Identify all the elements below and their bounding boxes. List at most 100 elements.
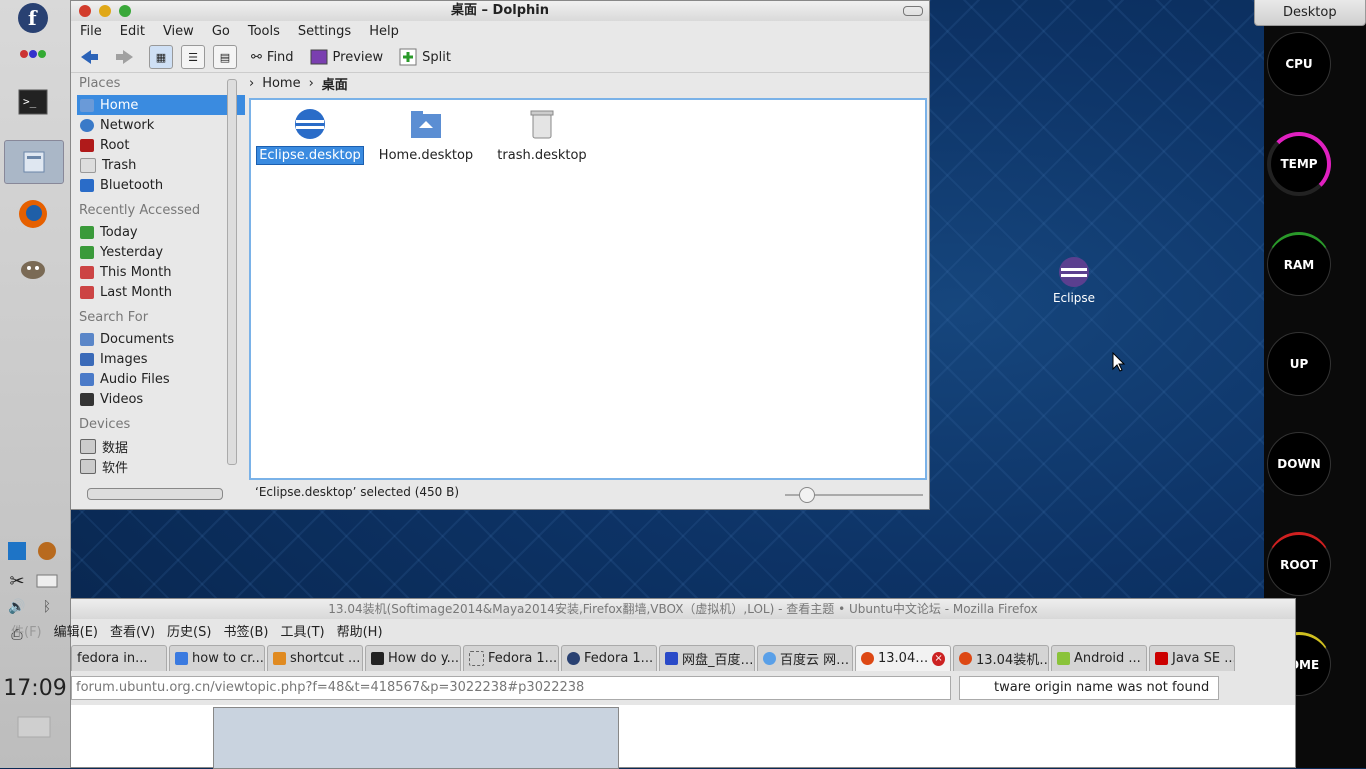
breadcrumb-desktop[interactable]: 桌面 — [322, 74, 348, 93]
dolphin-menubar: File Edit View Go Tools Settings Help — [71, 21, 929, 42]
back-button[interactable] — [71, 44, 107, 70]
menu-file[interactable]: File — [71, 24, 111, 39]
search-documents[interactable]: Documents — [77, 329, 245, 349]
breadcrumb-home[interactable]: Home — [262, 76, 300, 91]
ff-menu-tools[interactable]: 工具(T) — [275, 621, 331, 640]
ff-menu-edit[interactable]: 编辑(E) — [48, 621, 104, 640]
ff-tab[interactable]: Android ... — [1051, 645, 1147, 671]
zoom-slider-handle[interactable] — [799, 487, 815, 503]
ff-menu-history[interactable]: 历史(S) — [161, 621, 217, 640]
dolphin-titlebar[interactable]: 桌面 – Dolphin — [71, 1, 929, 21]
menu-edit[interactable]: Edit — [111, 24, 154, 39]
file-eclipse-desktop[interactable]: Eclipse.desktop — [255, 108, 365, 165]
ff-menu-file[interactable]: 件(F) — [5, 621, 48, 640]
details-view-button[interactable]: ▤ — [213, 45, 237, 69]
search-videos[interactable]: Videos — [77, 389, 245, 409]
place-bluetooth[interactable]: Bluetooth — [77, 175, 245, 195]
back-arrow-icon — [81, 50, 98, 64]
ff-menu-bookmarks[interactable]: 书签(B) — [217, 621, 274, 640]
calendar-icon — [80, 245, 94, 259]
ff-tab[interactable]: how to cr... — [169, 645, 265, 671]
device-software[interactable]: 软件 — [77, 456, 245, 476]
dolphin-window: 桌面 – Dolphin File Edit View Go Tools Set… — [70, 0, 930, 510]
ff-tab[interactable]: 13.04装机… — [953, 645, 1049, 671]
close-tab-icon[interactable]: × — [932, 651, 945, 666]
trash-icon — [80, 157, 96, 173]
place-trash[interactable]: Trash — [77, 155, 245, 175]
compact-view-button[interactable]: ☰ — [181, 45, 205, 69]
file-home-desktop[interactable]: Home.desktop — [371, 108, 481, 163]
place-root[interactable]: Root — [77, 135, 245, 155]
scissors-icon[interactable]: ✂ — [4, 568, 30, 594]
gauge-ram: RAM — [1267, 232, 1331, 296]
preview-button[interactable]: Preview — [302, 44, 392, 70]
bluetooth-tray-icon[interactable]: ᛒ — [34, 594, 60, 620]
firefox-page-content[interactable] — [71, 705, 1295, 769]
svg-text:f: f — [28, 6, 38, 30]
menu-help[interactable]: Help — [360, 24, 408, 39]
ff-tab[interactable]: 网盘_百度… — [659, 645, 755, 671]
search-images-label: Images — [100, 351, 148, 367]
recent-last-month[interactable]: Last Month — [77, 282, 245, 302]
close-window-button[interactable] — [79, 5, 91, 17]
gimp-icon[interactable] — [15, 250, 51, 286]
device-data[interactable]: 数据 — [77, 436, 245, 456]
file-trash-desktop[interactable]: trash.desktop — [487, 108, 597, 163]
ff-tab-label: Fedora 1... — [488, 651, 558, 666]
recent-today[interactable]: Today — [77, 222, 245, 242]
desktop-tab[interactable]: Desktop — [1254, 0, 1366, 26]
ff-tab-label: Fedora 1... — [584, 651, 654, 666]
file-view[interactable]: Eclipse.desktop Home.desktop trash.deskt… — [249, 98, 927, 480]
place-home[interactable]: Home — [77, 95, 245, 115]
search-bar[interactable]: tware origin name was not found — [959, 676, 1219, 700]
firefox-icon[interactable] — [15, 196, 51, 232]
search-images[interactable]: Images — [77, 349, 245, 369]
recent-yesterday[interactable]: Yesterday — [77, 242, 245, 262]
menu-settings[interactable]: Settings — [289, 24, 360, 39]
split-button[interactable]: Split — [391, 44, 459, 70]
maximize-window-button[interactable] — [119, 5, 131, 17]
documents-icon — [80, 332, 94, 346]
ff-menu-view[interactable]: 查看(V) — [104, 621, 161, 640]
window-shade-button[interactable] — [903, 6, 923, 16]
terminal-icon[interactable]: >_ — [15, 84, 51, 120]
places-scrollbar[interactable] — [227, 79, 237, 465]
find-button[interactable]: ⚯ Find — [243, 44, 302, 70]
ff-tab[interactable]: Java SE ... — [1149, 645, 1235, 671]
ff-tab-label: 百度云 网… — [780, 653, 850, 668]
url-bar[interactable]: forum.ubuntu.org.cn/viewtopic.php?f=48&t… — [71, 676, 951, 700]
file-manager-icon[interactable] — [4, 140, 64, 184]
menu-view[interactable]: View — [154, 24, 203, 39]
activities-icon[interactable] — [15, 36, 51, 72]
forward-button[interactable] — [107, 44, 143, 70]
device-software-label: 软件 — [102, 460, 129, 476]
ff-tab[interactable]: shortcut ... — [267, 645, 363, 671]
ubuntu-icon — [861, 652, 874, 665]
fedora-icon[interactable]: f — [15, 0, 51, 36]
menu-go[interactable]: Go — [203, 24, 239, 39]
menu-tools[interactable]: Tools — [239, 24, 289, 39]
window-thumbnail-icon[interactable] — [14, 712, 54, 742]
ff-tab[interactable]: fedora in... — [71, 645, 167, 671]
firefox-title[interactable]: 13.04装机(Softimage2014&Maya2014安装,Firefox… — [71, 599, 1295, 619]
minimize-window-button[interactable] — [99, 5, 111, 17]
outlook-icon[interactable] — [4, 538, 30, 564]
ff-tab[interactable]: 百度云 网… — [757, 645, 853, 671]
google-icon — [175, 652, 188, 665]
keyboard-icon[interactable] — [34, 568, 60, 594]
ff-tab[interactable]: Fedora 1... — [463, 645, 559, 671]
ff-tab-label: Android ... — [1074, 651, 1141, 666]
place-network[interactable]: Network — [77, 115, 245, 135]
desktop-eclipse-shortcut[interactable]: Eclipse — [1048, 256, 1100, 305]
volume-icon[interactable]: 🔊 — [4, 594, 30, 620]
ff-menu-help[interactable]: 帮助(H) — [331, 621, 389, 640]
places-horizontal-scrollbar[interactable] — [87, 488, 223, 500]
app-icon[interactable] — [34, 538, 60, 564]
ff-tab-active[interactable]: 13.04… × — [855, 645, 951, 671]
recent-this-month[interactable]: This Month — [77, 262, 245, 282]
icons-view-button[interactable]: ▦ — [149, 45, 173, 69]
breadcrumb: › Home › 桌面 — [249, 73, 348, 93]
search-audio[interactable]: Audio Files — [77, 369, 245, 389]
ff-tab[interactable]: Fedora 1... — [561, 645, 657, 671]
ff-tab[interactable]: How do y... — [365, 645, 461, 671]
